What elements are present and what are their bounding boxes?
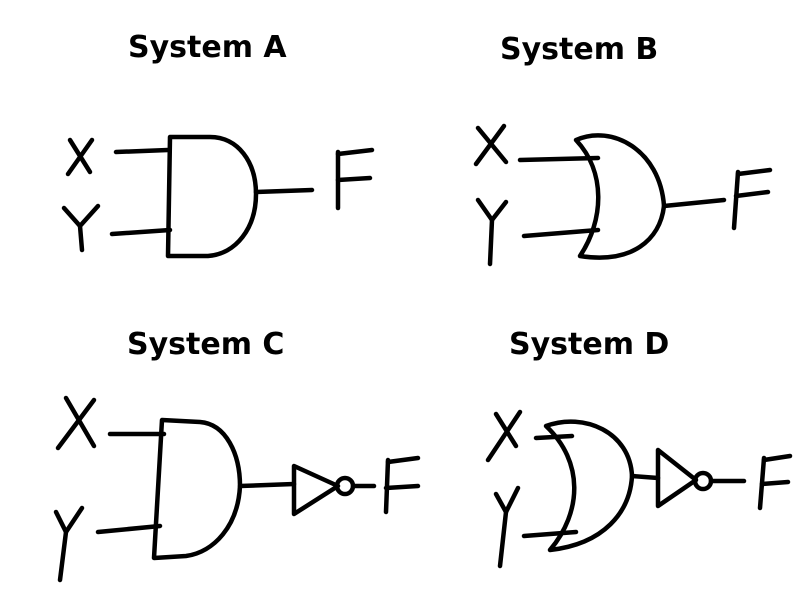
system-b-input-y-label [475, 197, 509, 267]
system-d-circuit [485, 409, 793, 569]
system-c-input-y-label [53, 505, 85, 583]
system-c-not-gate [291, 463, 341, 517]
system-c-output-f-label [383, 455, 421, 515]
system-b-input-x-wire [517, 155, 601, 163]
system-a-input-x-wire [113, 147, 171, 155]
system-c-input-x-label [55, 395, 97, 451]
logic-diagrams [53, 123, 793, 583]
system-a-input-y-wire [109, 227, 173, 237]
system-b-or-gate [573, 133, 667, 260]
system-c-output-wire [237, 481, 297, 489]
system-d-output-wire [629, 473, 661, 481]
system-a-input-y-label [61, 203, 101, 253]
system-b-input-y-wire [521, 227, 601, 239]
system-a-output-f-label [335, 147, 375, 211]
system-a-circuit [61, 134, 375, 259]
system-d-or-gate [543, 419, 635, 553]
system-c-and-gate [151, 417, 243, 561]
system-d-input-x-label [485, 409, 523, 463]
system-d-output-f-label [757, 453, 793, 511]
system-b-input-x-label [473, 123, 509, 167]
system-c-input-y-wire [95, 523, 163, 535]
system-b-output-f-label [731, 167, 773, 231]
system-a-and-gate [165, 134, 259, 259]
system-d-not-gate [655, 447, 699, 509]
system-c-circuit [53, 395, 421, 583]
system-a-input-x-label [65, 137, 95, 177]
system-d-input-y-wire [521, 529, 579, 539]
system-a-output-wire [253, 187, 315, 195]
system-d-input-y-label [493, 485, 521, 569]
system-b-output-wire [661, 197, 727, 209]
system-b-circuit [473, 123, 773, 267]
